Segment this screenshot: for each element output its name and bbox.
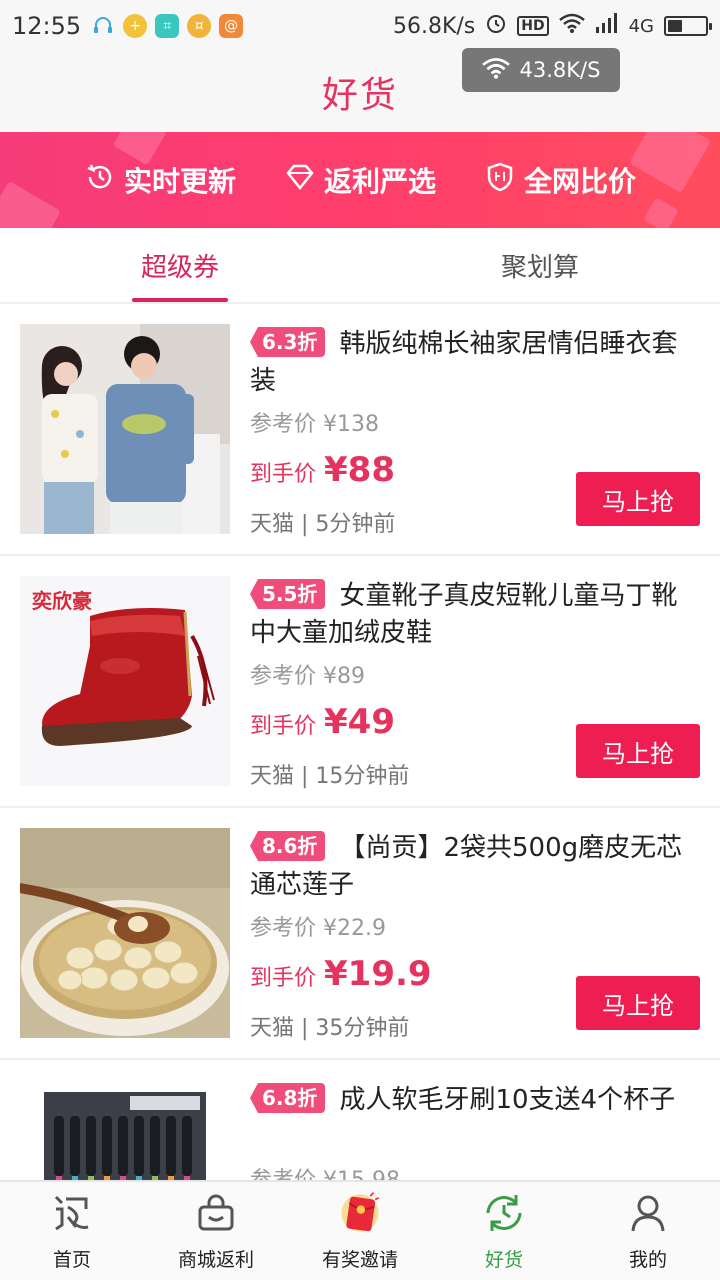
headset-notification-icon — [91, 14, 115, 38]
red-envelope-icon — [338, 1191, 382, 1235]
network-speed: 56.8K/s — [392, 13, 476, 39]
reference-price: 参考价 ¥15.98 — [250, 1162, 400, 1180]
nav-label: 我的 — [628, 1249, 667, 1271]
deal-price: ¥49 — [324, 702, 395, 742]
deal-price-row: 到手价 ¥49 — [250, 702, 395, 742]
nav-item-good-deals[interactable]: 好货 — [432, 1182, 576, 1280]
banner-item-compare: 全网比价 — [484, 160, 636, 200]
product-title[interactable]: 6.3折 韩版纯棉长袖家居情侣睡衣套装 — [250, 326, 700, 400]
list-item[interactable]: 6.3折 韩版纯棉长袖家居情侣睡衣套装 参考价 ¥138 到手价 ¥88 天猫 |… — [0, 304, 720, 556]
grab-now-button[interactable]: 马上抢 — [576, 472, 700, 526]
product-title-text: 成人软毛牙刷10支送4个杯子 — [339, 1085, 676, 1115]
banner-item-selected: 返利严选 — [284, 160, 436, 200]
status-right: 56.8K/s HD 4G — [392, 12, 712, 40]
return-logo-icon — [50, 1191, 94, 1235]
person-icon — [626, 1191, 670, 1235]
nav-item-mall-rebate[interactable]: 商城返利 — [144, 1182, 288, 1280]
deal-price-row: 到手价 ¥19.9 — [250, 954, 432, 994]
banner-decoration — [643, 197, 679, 228]
product-image-boots[interactable]: 奕欣豪 — [20, 576, 230, 786]
nav-item-invite[interactable]: 有奖邀请 — [288, 1182, 432, 1280]
nav-label: 好货 — [484, 1249, 523, 1271]
tab-bar: 超级券 聚划算 — [0, 228, 720, 304]
nav-item-home[interactable]: 首页 — [0, 1182, 144, 1280]
refresh-clock-icon — [482, 1191, 526, 1235]
scan-notification-icon: ⌗ — [155, 14, 180, 38]
diamond-icon — [284, 161, 316, 200]
shield-price-icon — [484, 161, 516, 200]
tab-juhuasuan[interactable]: 聚划算 — [360, 228, 720, 302]
wifi-icon — [558, 13, 585, 39]
tab-label: 超级券 — [140, 252, 219, 283]
banner-item-label: 全网比价 — [523, 165, 636, 198]
product-title[interactable]: 8.6折 【尚贡】2袋共500g磨皮无芯通芯莲子 — [250, 830, 700, 904]
bottom-navigation: 首页 商城返利 有奖邀请 好货 我的 — [0, 1180, 720, 1280]
deal-price: ¥19.9 — [324, 954, 432, 994]
nav-item-mine[interactable]: 我的 — [576, 1182, 720, 1280]
list-item[interactable]: 8.6折 【尚贡】2袋共500g磨皮无芯通芯莲子 参考价 ¥22.9 到手价 ¥1… — [0, 808, 720, 1060]
grab-now-button[interactable]: 马上抢 — [576, 976, 700, 1030]
product-image-toothbrush[interactable] — [20, 1080, 230, 1180]
banner-item-label: 返利严选 — [323, 165, 436, 198]
shopping-bag-icon — [194, 1191, 238, 1235]
deal-price-row: 到手价 ¥88 — [250, 450, 395, 490]
product-title[interactable]: 6.8折 成人软毛牙刷10支送4个杯子 — [250, 1082, 700, 1119]
status-time: 12:55 — [12, 12, 82, 40]
brand-logo: 奕欣豪 — [32, 589, 92, 613]
tab-label: 聚划算 — [500, 252, 579, 283]
alarm-icon — [485, 12, 507, 40]
deal-price-label: 到手价 — [250, 714, 317, 739]
grab-now-button[interactable]: 马上抢 — [576, 724, 700, 778]
reference-price: 参考价 ¥138 — [250, 412, 379, 437]
product-title[interactable]: 5.5折 女童靴子真皮短靴儿童马丁靴中大童加绒皮鞋 — [250, 578, 700, 652]
source-time: 天猫 | 5分钟前 — [250, 512, 396, 537]
wifi-icon — [481, 57, 510, 84]
reference-price: 参考价 ¥89 — [250, 664, 365, 689]
deal-price: ¥88 — [324, 450, 395, 490]
status-bar: 12:55 + ⌗ ¤ @ 56.8K/s HD 4G — [0, 0, 720, 52]
deal-price-label: 到手价 — [250, 966, 317, 991]
battery-icon — [664, 16, 712, 36]
coin-notification-icon: ¤ — [187, 14, 212, 38]
discount-badge: 8.6折 — [250, 831, 326, 861]
notification-icons: + ⌗ ¤ @ — [91, 14, 244, 38]
source-time: 天猫 | 15分钟前 — [250, 764, 410, 789]
speed-toast-text: 43.8K/S — [519, 58, 601, 82]
reference-price: 参考价 ¥22.9 — [250, 916, 386, 941]
page-title: 好货 — [321, 75, 398, 116]
source-time: 天猫 | 35分钟前 — [250, 1016, 410, 1041]
deal-price-label: 到手价 — [250, 462, 317, 487]
discount-badge: 5.5折 — [250, 579, 326, 609]
banner-decoration — [0, 181, 61, 228]
speed-toast: 43.8K/S — [462, 48, 620, 92]
tab-super-coupon[interactable]: 超级券 — [0, 228, 360, 302]
product-image-pajamas[interactable] — [20, 324, 230, 534]
hd-icon: HD — [517, 16, 549, 36]
banner-item-label: 实时更新 — [123, 165, 236, 198]
network-type: 4G — [628, 15, 654, 37]
discount-badge: 6.3折 — [250, 327, 326, 357]
nav-label: 首页 — [52, 1249, 91, 1271]
orange-notification-icon: @ — [219, 14, 244, 38]
nav-label: 商城返利 — [177, 1249, 254, 1271]
banner-decoration — [629, 132, 711, 193]
list-item[interactable]: 6.8折成人软毛牙刷10支送4个杯子 参考价 ¥15.98 — [0, 1060, 720, 1180]
plus-notification-icon: + — [123, 14, 148, 38]
discount-badge: 6.8折 — [250, 1083, 326, 1113]
banner-item-realtime: 实时更新 — [84, 160, 236, 200]
feature-banner: 实时更新 返利严选 全网比价 — [0, 132, 720, 228]
nav-label: 有奖邀请 — [321, 1249, 398, 1271]
battery-level — [668, 20, 682, 32]
clock-refresh-icon — [84, 161, 116, 200]
product-list[interactable]: 6.3折 韩版纯棉长袖家居情侣睡衣套装 参考价 ¥138 到手价 ¥88 天猫 |… — [0, 304, 720, 1180]
signal-icon — [595, 13, 619, 39]
list-item[interactable]: 奕欣豪 5.5折 女童靴子真皮短靴儿童马丁靴中大童加绒皮鞋 参考价 ¥89 到手价… — [0, 556, 720, 808]
product-image-lotus-seeds[interactable] — [20, 828, 230, 1038]
